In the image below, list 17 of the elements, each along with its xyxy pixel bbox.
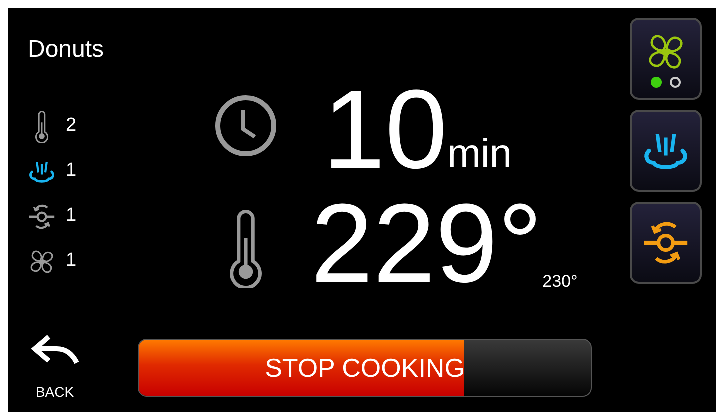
recipe-title: Donuts [28,38,106,62]
stat-value: 2 [66,114,77,138]
damper-mode-button[interactable] [630,202,702,284]
clock-icon [214,94,278,158]
thermometer-icon [228,210,264,288]
time-unit: min [448,134,512,174]
temperature-value: 229° [311,188,543,300]
stop-cooking-button[interactable]: STOP COOKING [138,339,592,397]
stat-value: 1 [66,159,77,184]
stat-value: 1 [66,249,77,274]
damper-icon [642,219,690,267]
target-temperature: 230° [542,273,578,290]
fan-mode-button[interactable] [630,18,702,100]
steam-mode-button[interactable] [630,110,702,192]
stat-value: 1 [66,204,77,228]
back-button[interactable]: BACK [20,334,90,402]
time-value: 10 [323,74,448,186]
